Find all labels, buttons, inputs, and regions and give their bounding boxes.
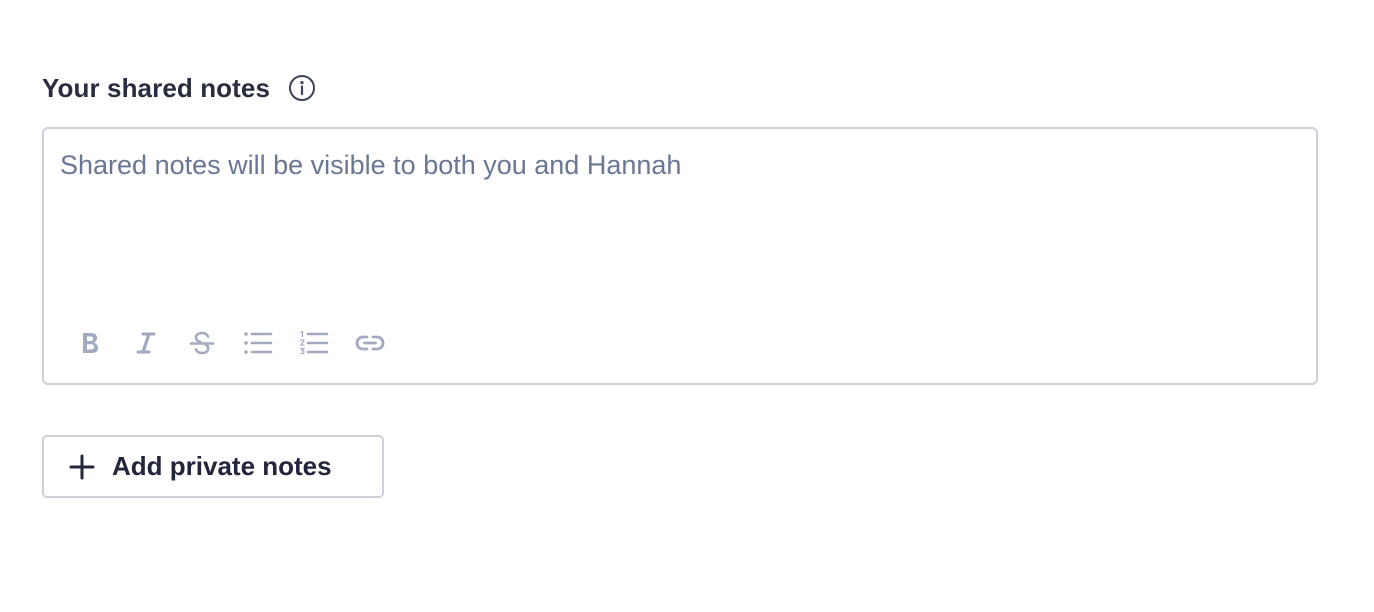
shared-notes-editor[interactable] bbox=[42, 127, 1318, 385]
bold-icon[interactable] bbox=[74, 327, 106, 359]
numbered-list-icon[interactable] bbox=[298, 327, 330, 359]
formatting-toolbar bbox=[74, 327, 410, 359]
shared-notes-section: Your shared notes Shared notes will be v… bbox=[42, 70, 1318, 498]
link-icon[interactable] bbox=[354, 327, 386, 359]
italic-icon[interactable] bbox=[130, 327, 162, 359]
add-private-notes-button[interactable]: Add private notes bbox=[42, 435, 384, 498]
section-header: Your shared notes bbox=[42, 70, 1318, 106]
add-private-notes-label: Add private notes bbox=[112, 451, 332, 481]
bulleted-list-icon[interactable] bbox=[242, 327, 274, 359]
plus-icon bbox=[68, 453, 96, 481]
shared-notes-textarea[interactable] bbox=[60, 147, 1300, 297]
strikethrough-icon[interactable] bbox=[186, 327, 218, 359]
section-title: Your shared notes bbox=[42, 72, 271, 103]
info-circle-icon[interactable] bbox=[288, 74, 316, 102]
